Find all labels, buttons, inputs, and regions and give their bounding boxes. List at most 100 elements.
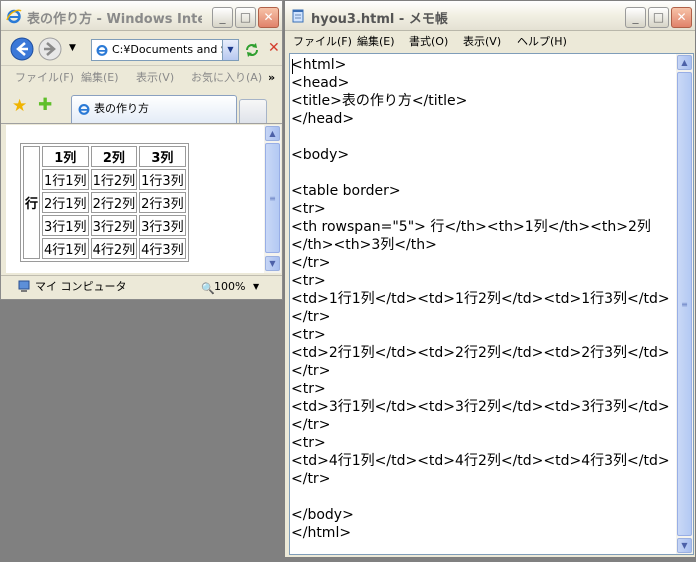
status-zone-text: マイ コンピュータ xyxy=(35,280,127,293)
code-line: <tr> xyxy=(291,273,326,289)
code-line: <body> xyxy=(291,147,350,163)
code-line: <title>表の作り方</title> xyxy=(291,93,468,109)
forward-button[interactable] xyxy=(38,37,62,61)
ie-menu-bar: ファイル(F) 編集(E) 表示(V) お気に入り(A) » xyxy=(1,67,282,89)
table-cell: 4行2列 xyxy=(90,238,138,259)
tab-current-page[interactable]: 表の作り方 xyxy=(71,95,237,123)
table-col-header: 2列 xyxy=(90,146,138,167)
ie-navigation-bar: ▼ C:¥Documents and S ▼ ✕ xyxy=(1,32,282,66)
zoom-level[interactable]: 100% xyxy=(214,276,245,298)
menu-file[interactable]: ファイル(F) xyxy=(15,67,74,89)
code-line: </tr> xyxy=(291,363,331,379)
code-line: </th><th>3列</th> xyxy=(291,237,437,253)
zoom-magnifier-icon[interactable]: 🔍 xyxy=(201,278,215,300)
notepad-source-text[interactable]: <html> <head> <title>表の作り方</title> </head> <… xyxy=(291,56,673,542)
zoom-dropdown-icon[interactable]: ▼ xyxy=(253,276,259,298)
rendered-table: 行 1列 2列 3列 1行1列 1行2列 1行3列 2行1列 2行2列 2行3列… xyxy=(20,143,189,262)
history-dropdown-icon[interactable]: ▼ xyxy=(69,43,76,53)
address-dropdown-button[interactable]: ▼ xyxy=(222,40,238,60)
table-cell: 4行3列 xyxy=(139,238,186,259)
ie-status-bar: マイ コンピュータ 🔍 100% ▼ xyxy=(1,275,282,299)
my-computer-icon xyxy=(18,280,30,292)
ie-close-button[interactable]: ✕ xyxy=(258,7,279,28)
np-menu-edit[interactable]: 編集(E) xyxy=(357,32,395,52)
menu-more-chevron-icon[interactable]: » xyxy=(268,67,275,89)
table-cell: 2行1列 xyxy=(42,192,89,213)
menu-favorites[interactable]: お気に入り(A) xyxy=(191,67,262,89)
code-line: </html> xyxy=(291,525,352,541)
table-row: 2行1列 2行2列 2行3列 xyxy=(23,192,186,213)
code-line: </tr> xyxy=(291,309,331,325)
code-line: <tr> xyxy=(291,327,326,343)
ie-page-content: 行 1列 2列 3列 1行1列 1行2列 1行3列 2行1列 2行2列 2行3列… xyxy=(6,125,264,273)
notepad-titlebar[interactable]: hyou3.html - メモ帳 _ □ ✕ xyxy=(285,1,695,31)
scroll-up-arrow-icon[interactable]: ▲ xyxy=(265,126,280,141)
ie-vertical-scrollbar[interactable]: ▲ ≡ ▼ xyxy=(264,125,281,273)
table-cell: 2行3列 xyxy=(139,192,186,213)
notepad-menu-bar: ファイル(F) 編集(E) 書式(O) 表示(V) ヘルプ(H) xyxy=(285,32,695,52)
ie-titlebar[interactable]: 表の作り方 - Windows Inte... _ □ ✕ xyxy=(1,1,282,31)
notepad-close-button[interactable]: ✕ xyxy=(671,7,692,28)
notepad-maximize-button[interactable]: □ xyxy=(648,7,669,28)
code-line: <td>1行1列</td><td>1行2列</td><td>1行3列</td> xyxy=(291,291,670,307)
ie-tab-bar: ★ ✚ 表の作り方 xyxy=(1,90,282,124)
code-line: </tr> xyxy=(291,255,331,271)
np-menu-file[interactable]: ファイル(F) xyxy=(293,32,352,52)
table-cell: 1行3列 xyxy=(139,169,186,190)
add-favorite-icon[interactable]: ✚ xyxy=(38,95,52,115)
code-line: <td>2行1列</td><td>2行2列</td><td>2行3列</td> xyxy=(291,345,670,361)
refresh-icon[interactable] xyxy=(243,41,261,59)
table-header-row: 行 1列 2列 3列 xyxy=(23,146,186,259)
address-bar[interactable]: C:¥Documents and S ▼ xyxy=(91,39,239,61)
favorites-star-icon[interactable]: ★ xyxy=(12,96,27,116)
table-cell: 3行2列 xyxy=(90,215,138,236)
table-row: 3行1列 3行2列 3行3列 xyxy=(23,215,186,236)
notepad-vertical-scrollbar[interactable]: ▲ ≡ ▼ xyxy=(676,54,693,554)
ie-window-title: 表の作り方 - Windows Inte... xyxy=(27,12,202,27)
np-scroll-thumb[interactable]: ≡ xyxy=(677,72,692,536)
ie-page-icon xyxy=(96,44,108,56)
table-cell: 1行2列 xyxy=(90,169,138,190)
scroll-thumb[interactable]: ≡ xyxy=(265,143,280,253)
np-menu-format[interactable]: 書式(O) xyxy=(409,32,448,52)
ie-maximize-button[interactable]: □ xyxy=(235,7,256,28)
menu-view[interactable]: 表示(V) xyxy=(136,67,174,89)
scroll-down-arrow-icon[interactable]: ▼ xyxy=(265,256,280,271)
notepad-window-title: hyou3.html - メモ帳 xyxy=(311,12,448,27)
np-menu-help[interactable]: ヘルプ(H) xyxy=(517,32,567,52)
code-line: </body> xyxy=(291,507,354,523)
stop-icon[interactable]: ✕ xyxy=(268,40,280,56)
table-row: 1行1列 1行2列 1行3列 xyxy=(23,169,186,190)
code-line: <td>4行1列</td><td>4行2列</td><td>4行3列</td> xyxy=(291,453,670,469)
new-tab-button[interactable] xyxy=(239,99,267,123)
table-cell: 3行1列 xyxy=(42,215,89,236)
table-row: 4行1列 4行2列 4行3列 xyxy=(23,238,186,259)
table-row-header: 行 xyxy=(23,146,41,259)
table-cell: 2行2列 xyxy=(90,192,138,213)
code-line: <head> xyxy=(291,75,350,91)
table-col-header: 1列 xyxy=(42,146,89,167)
ie-window: 表の作り方 - Windows Inte... _ □ ✕ ▼ C:¥Docum… xyxy=(0,0,283,300)
table-cell: 3行3列 xyxy=(139,215,186,236)
address-text: C:¥Documents and S xyxy=(112,43,228,56)
menu-edit[interactable]: 編集(E) xyxy=(81,67,119,89)
notepad-minimize-button[interactable]: _ xyxy=(625,7,646,28)
ie-tab-icon xyxy=(78,103,90,115)
code-line: <html> xyxy=(291,57,347,73)
code-line: <th rowspan="5"> 行</th><th>1列</th><th>2列 xyxy=(291,219,651,235)
code-line: <tr> xyxy=(291,201,326,217)
ie-minimize-button[interactable]: _ xyxy=(212,7,233,28)
notepad-window: hyou3.html - メモ帳 _ □ ✕ ファイル(F) 編集(E) 書式(… xyxy=(284,0,696,558)
notepad-icon xyxy=(292,9,304,23)
code-line: </tr> xyxy=(291,471,331,487)
np-menu-view[interactable]: 表示(V) xyxy=(463,32,501,52)
table-cell: 1行1列 xyxy=(42,169,89,190)
code-line: <tr> xyxy=(291,381,326,397)
np-scroll-up-arrow-icon[interactable]: ▲ xyxy=(677,55,692,70)
np-scroll-down-arrow-icon[interactable]: ▼ xyxy=(677,538,692,553)
notepad-text-area[interactable]: <html> <head> <title>表の作り方</title> </head> <… xyxy=(289,53,694,555)
back-button[interactable] xyxy=(10,37,34,61)
table-col-header: 3列 xyxy=(139,146,186,167)
